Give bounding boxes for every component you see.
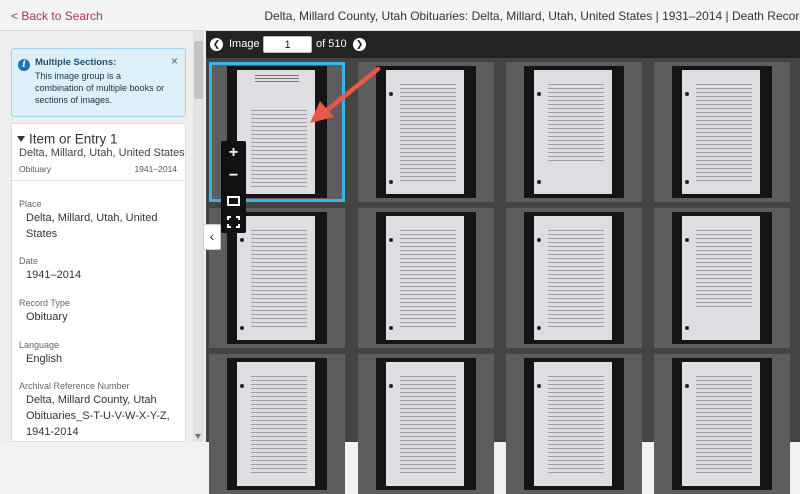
fit-screen-icon [227, 196, 240, 206]
document-image [237, 362, 315, 486]
language-value: English [26, 353, 63, 365]
sidebar: i Multiple Sections: This image group is… [0, 31, 206, 442]
close-icon[interactable]: × [171, 54, 178, 68]
thumbnail-6[interactable] [358, 208, 494, 348]
entry-subtitle: Delta, Millard, Utah, United States [19, 147, 185, 159]
language-label: Language [19, 340, 60, 350]
entry-type: Obituary [19, 164, 52, 174]
document-image [237, 70, 315, 194]
record-details-panel: Item or Entry 1 Delta, Millard, Utah, Un… [11, 123, 186, 442]
thumbnail-4[interactable] [654, 62, 790, 202]
collapse-sidebar-button[interactable]: ‹ [203, 224, 221, 250]
divider [12, 180, 185, 181]
entry-date-range: 1941–2014 [134, 164, 177, 174]
entry-toggle[interactable]: Item or Entry 1 [17, 130, 118, 148]
date-value: 1941–2014 [26, 269, 82, 281]
notice-title: Multiple Sections: [35, 57, 117, 68]
date-label: Date [19, 256, 39, 266]
scroll-thumb[interactable] [194, 41, 203, 99]
thumbnail-7[interactable] [506, 208, 642, 348]
image-viewer: ❮ Image of 510 ❯ [206, 31, 800, 494]
multiple-sections-notice: i Multiple Sections: This image group is… [11, 48, 186, 117]
archival-reference-label: Archival Reference Number [19, 381, 130, 391]
page-title: Delta, Millard County, Utah Obituaries: … [264, 9, 800, 23]
fullscreen-icon [227, 216, 240, 228]
document-image [237, 216, 315, 340]
page-total: of 510 [316, 38, 347, 50]
zoom-in-button[interactable]: + [221, 143, 246, 163]
thumbnail-9[interactable] [209, 354, 345, 494]
thumbnail-3[interactable] [506, 62, 642, 202]
place-label: Place [19, 199, 42, 209]
document-image [386, 362, 464, 486]
document-image [534, 362, 612, 486]
info-icon: i [18, 59, 30, 71]
caret-down-icon [17, 135, 25, 142]
document-image [386, 70, 464, 194]
thumbnail-10[interactable] [358, 354, 494, 494]
chevron-right-icon[interactable]: ❯ [353, 38, 366, 51]
archival-reference-value: Delta, Millard County, Utah Obituaries_S… [26, 394, 170, 438]
zoom-controls: + − [221, 141, 246, 233]
fullscreen-button[interactable] [221, 212, 246, 232]
zoom-out-button[interactable]: − [221, 166, 246, 186]
thumbnail-8[interactable] [654, 208, 790, 348]
document-image [682, 362, 760, 486]
scroll-down-icon[interactable] [195, 434, 201, 439]
document-image [534, 70, 612, 194]
back-to-search-link[interactable]: < Back to Search [11, 9, 103, 23]
fit-to-screen-button[interactable] [221, 191, 246, 211]
document-image [682, 70, 760, 194]
place-value: Delta, Millard, Utah, United States [26, 212, 158, 240]
document-image [534, 216, 612, 340]
notice-body: This image group is a combination of mul… [35, 71, 165, 105]
thumbnail-2[interactable] [358, 62, 494, 202]
image-nav-bar: ❮ Image of 510 ❯ [206, 31, 800, 58]
page-number-input[interactable] [263, 36, 312, 53]
image-label: Image [229, 38, 260, 50]
document-image [682, 216, 760, 340]
top-bar: < Back to Search Delta, Millard County, … [0, 0, 800, 31]
document-image [386, 216, 464, 340]
record-type-label: Record Type [19, 298, 70, 308]
entry-title: Item or Entry 1 [29, 131, 118, 147]
thumbnail-11[interactable] [506, 354, 642, 494]
chevron-left-icon[interactable]: ❮ [210, 38, 223, 51]
record-type-value: Obituary [26, 311, 68, 323]
thumbnail-12[interactable] [654, 354, 790, 494]
thumbnail-grid [206, 58, 800, 494]
